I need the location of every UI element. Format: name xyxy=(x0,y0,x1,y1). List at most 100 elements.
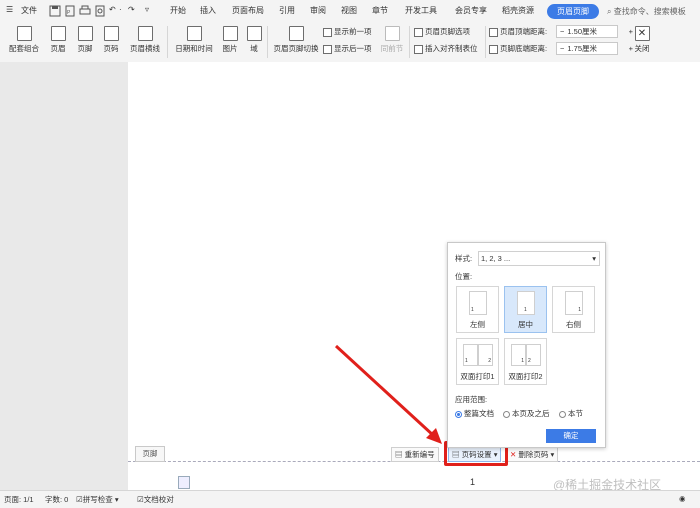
show-next-label: 显示后一项 xyxy=(334,44,372,53)
tab-view[interactable]: 视图 xyxy=(341,5,357,16)
footer-bottom-value[interactable]: 1.75厘米 xyxy=(567,44,597,53)
scope-label: 应用范围: xyxy=(455,395,488,404)
position-duplex-1[interactable]: 1 2 双面打印1 xyxy=(456,338,499,385)
picture-button[interactable]: 图片 xyxy=(218,22,242,62)
tab-header-footer[interactable]: 页眉页脚 xyxy=(547,4,599,19)
position-left-label: 左侧 xyxy=(470,320,485,329)
save-icon[interactable] xyxy=(49,5,61,17)
tab-docer[interactable]: 稻壳资源 xyxy=(502,5,534,16)
tab-insert[interactable]: 插入 xyxy=(200,5,216,16)
header-top-value[interactable]: 1.50厘米 xyxy=(567,27,597,36)
position-center[interactable]: 1 居中 xyxy=(504,286,547,333)
footer-bottom-spinner[interactable]: −1.75厘米 + xyxy=(556,42,633,55)
divider xyxy=(485,26,486,58)
align-tab-icon xyxy=(414,44,423,54)
footer-label: 页脚 xyxy=(77,44,93,53)
combo-button[interactable]: 配套组合 xyxy=(6,22,42,62)
proofread-label: 文档校对 xyxy=(143,495,174,504)
hamburger-icon[interactable]: ☰ xyxy=(6,5,13,14)
tab-references[interactable]: 引用 xyxy=(279,5,295,16)
position-right[interactable]: 1 右侧 xyxy=(552,286,595,333)
footer-button[interactable]: 页脚 xyxy=(73,22,97,62)
tab-page-layout[interactable]: 页面布局 xyxy=(232,5,264,16)
proofread-button[interactable]: ☑文档校对 xyxy=(137,494,174,505)
scope-this-page-onward-label: 本页及之后 xyxy=(512,409,550,418)
quick-access-dropdown-icon[interactable]: ▿ xyxy=(145,5,149,14)
spellcheck-label: 拼写检查 xyxy=(82,495,113,504)
page-number-button[interactable]: 页码 xyxy=(99,22,123,62)
page-thumbnail: 1 xyxy=(469,291,487,315)
header-label: 页眉 xyxy=(50,44,66,53)
search-icon: ⌕ xyxy=(607,7,612,16)
scope-this-section[interactable]: 本节 xyxy=(559,408,583,419)
page-thumbnail: 2 xyxy=(526,344,541,366)
renumber-label: 重新编号 xyxy=(404,450,435,459)
same-as-prev-label: 同前节 xyxy=(380,44,404,53)
page-number-label: 页码 xyxy=(103,44,119,53)
print-icon[interactable] xyxy=(79,5,91,17)
date-time-button[interactable]: 日期和时间 xyxy=(174,22,214,62)
page-number-text[interactable]: 1 xyxy=(470,477,475,487)
decrement-button[interactable]: − xyxy=(557,44,567,53)
export-pdf-icon[interactable]: P xyxy=(64,5,76,17)
decrement-button[interactable]: − xyxy=(557,27,567,36)
combo-icon xyxy=(16,26,32,41)
header-line-button[interactable]: 页眉横线 xyxy=(126,22,164,62)
proofread-icon: ☑ xyxy=(137,495,144,504)
radio-icon xyxy=(503,410,510,418)
field-icon xyxy=(246,26,262,41)
position-duplex-1-label: 双面打印1 xyxy=(460,372,495,381)
picture-label: 图片 xyxy=(222,44,238,53)
tab-review[interactable]: 审阅 xyxy=(310,5,326,16)
print-preview-icon[interactable] xyxy=(94,5,106,17)
close-header-footer-button[interactable]: ✕ 关闭 xyxy=(632,22,652,62)
undo-dropdown-icon[interactable]: · xyxy=(119,5,122,14)
style-select[interactable]: 1, 2, 3 ... ▾ xyxy=(478,251,600,266)
ok-button[interactable]: 确定 xyxy=(546,429,596,443)
undo-icon[interactable]: ↶ xyxy=(109,5,116,14)
chevron-down-icon: ▾ xyxy=(592,254,596,263)
show-next-button[interactable]: 显示后一项 xyxy=(323,43,372,54)
position-label: 位置: xyxy=(455,272,473,281)
header-button[interactable]: 页眉 xyxy=(46,22,70,62)
scope-this-page-onward[interactable]: 本页及之后 xyxy=(503,408,550,419)
scope-whole-document[interactable]: 整篇文档 xyxy=(455,408,494,419)
position-duplex-2-label: 双面打印2 xyxy=(508,372,543,381)
header-top-spinner[interactable]: −1.50厘米 + xyxy=(556,25,633,38)
position-left[interactable]: 1 左侧 xyxy=(456,286,499,333)
clock-icon xyxy=(186,26,202,41)
page-thumbnail: 1 xyxy=(463,344,478,366)
scope-whole-document-label: 整篇文档 xyxy=(464,409,494,418)
close-label: 关闭 xyxy=(634,44,650,53)
tab-section[interactable]: 章节 xyxy=(372,5,388,16)
footer-tag: 页脚 xyxy=(135,446,165,462)
header-distance-icon xyxy=(489,27,498,37)
options-icon xyxy=(414,27,423,37)
word-count[interactable]: 字数: 0 xyxy=(45,494,68,505)
page-thumbnail: 1 xyxy=(511,344,526,366)
header-icon xyxy=(50,26,66,41)
delete-page-number-button[interactable]: ✕ 删除页码 ▾ xyxy=(506,447,559,462)
same-as-prev-button[interactable]: 同前节 xyxy=(378,22,406,62)
field-label: 域 xyxy=(250,44,258,53)
spellcheck-button[interactable]: ☑拼写检查 ▾ xyxy=(76,494,119,505)
tab-developer[interactable]: 开发工具 xyxy=(405,5,437,16)
renumber-icon: ▤ xyxy=(395,450,403,459)
header-footer-switch-button[interactable]: 页眉页脚切换 xyxy=(272,22,320,62)
delete-icon: ✕ xyxy=(510,450,517,459)
tab-start[interactable]: 开始 xyxy=(170,5,186,16)
menu-bar: ☰ 文件 P ↶ · ↷ ▿ 开始 插入 页面布局 引用 审阅 视图 章节 开发… xyxy=(0,0,700,22)
eye-protection-icon[interactable]: ◉ xyxy=(679,494,686,503)
search-box[interactable]: ⌕ 查找命令、搜索模板 xyxy=(607,6,686,17)
divider xyxy=(267,26,268,58)
page-status[interactable]: 页面: 1/1 xyxy=(4,494,34,505)
tab-member[interactable]: 会员专享 xyxy=(455,5,487,16)
align-tab-button[interactable]: 插入对齐制表位 xyxy=(414,43,478,54)
file-menu[interactable]: 文件 xyxy=(21,5,37,16)
field-button[interactable]: 域 xyxy=(245,22,263,62)
show-prev-button[interactable]: 显示前一项 xyxy=(323,26,372,37)
redo-icon[interactable]: ↷ xyxy=(128,5,135,14)
hf-options-button[interactable]: 页眉页脚选项 xyxy=(414,26,470,37)
search-placeholder: 查找命令、搜索模板 xyxy=(613,7,686,16)
position-duplex-2[interactable]: 1 2 双面打印2 xyxy=(504,338,547,385)
